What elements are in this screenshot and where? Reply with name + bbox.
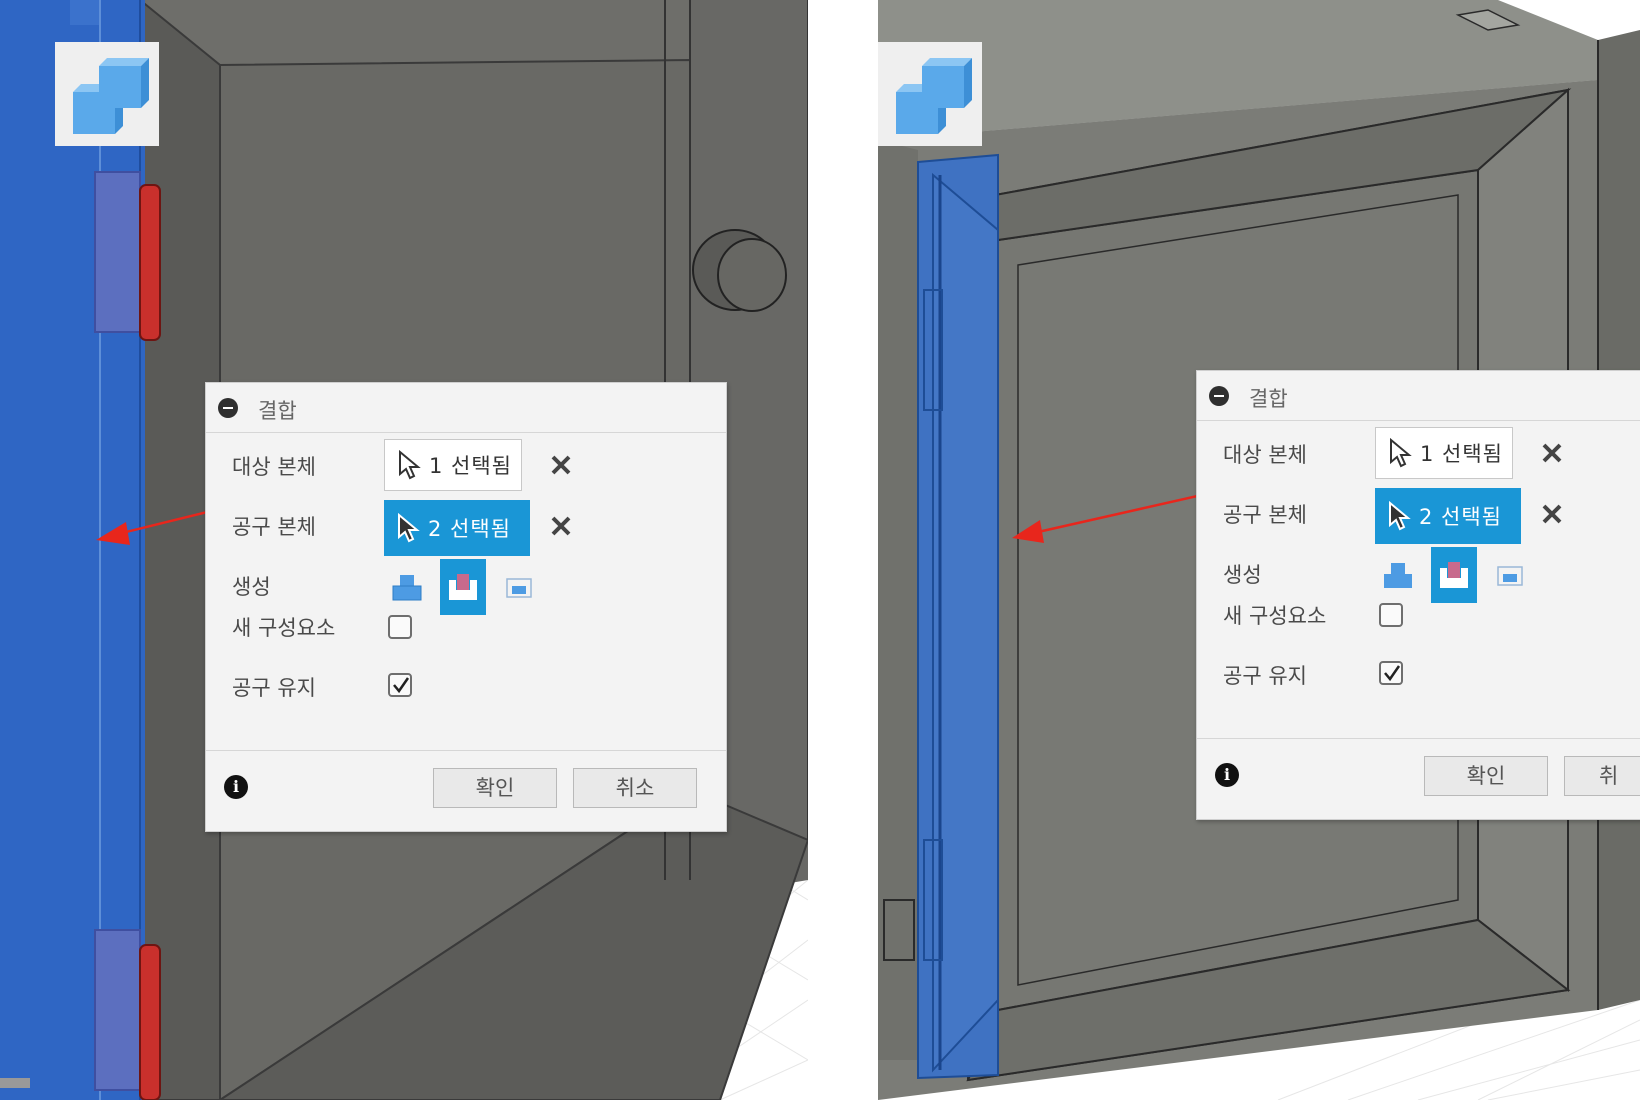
target-body-value: 1 선택됨	[429, 454, 512, 478]
clear-target-icon[interactable]	[1541, 442, 1563, 464]
cursor-icon	[399, 450, 421, 480]
panel-separator	[808, 0, 878, 1100]
tool-body-selector[interactable]: 2 선택됨	[384, 500, 530, 556]
checkmark-icon	[1384, 665, 1401, 682]
cursor-icon	[1390, 438, 1412, 468]
new-component-checkbox[interactable]	[1379, 603, 1403, 627]
new-component-label: 새 구성요소	[1223, 604, 1327, 628]
right-viewport[interactable]: 결합 대상 본체 1 선택됨 공구 본체 2 선택됨 생성 새 구성요소 공구 …	[878, 0, 1640, 1100]
cursor-icon	[1389, 501, 1411, 531]
collapse-icon[interactable]	[1209, 386, 1229, 406]
ok-button[interactable]: 확인	[1424, 756, 1548, 796]
info-icon[interactable]: i	[224, 775, 248, 799]
operation-label: 생성	[232, 575, 271, 599]
keep-tools-checkbox[interactable]	[1379, 661, 1403, 685]
tool-body-label: 공구 본체	[1223, 503, 1307, 527]
intersect-icon[interactable]	[496, 559, 542, 615]
clear-target-icon[interactable]	[550, 454, 572, 476]
target-body-label: 대상 본체	[232, 455, 316, 479]
join-icon[interactable]	[1375, 547, 1421, 603]
dialog-divider	[1197, 738, 1640, 739]
cut-icon[interactable]	[1431, 547, 1477, 603]
intersect-icon[interactable]	[1487, 547, 1533, 603]
target-body-selector[interactable]: 1 선택됨	[1375, 427, 1513, 479]
keep-tools-checkbox[interactable]	[388, 673, 412, 697]
left-viewport[interactable]: 결합 대상 본체 1 선택됨 공구 본체 2 선택됨 생성 새 구성요소 공구 …	[0, 0, 808, 1100]
new-component-checkbox[interactable]	[388, 615, 412, 639]
join-icon[interactable]	[384, 559, 430, 615]
target-body-selector[interactable]: 1 선택됨	[384, 439, 522, 491]
keep-tools-label: 공구 유지	[1223, 664, 1307, 688]
info-icon[interactable]: i	[1215, 763, 1239, 787]
combine-dialog: 결합 대상 본체 1 선택됨 공구 본체 2 선택됨 생성 새 구성요소 공구 …	[1196, 370, 1640, 820]
checkmark-icon	[393, 677, 410, 694]
cut-icon[interactable]	[440, 559, 486, 615]
dialog-header: 결합	[206, 383, 726, 433]
tool-body-label: 공구 본체	[232, 515, 316, 539]
tool-body-value: 2 선택됨	[1419, 505, 1502, 529]
dialog-title: 결합	[1249, 387, 1288, 411]
operation-label: 생성	[1223, 563, 1262, 587]
combine-dialog: 결합 대상 본체 1 선택됨 공구 본체 2 선택됨 생성 새 구성요소 공구 …	[205, 382, 727, 832]
new-component-label: 새 구성요소	[232, 616, 336, 640]
clear-tool-icon[interactable]	[1541, 503, 1563, 525]
dialog-divider	[206, 750, 726, 751]
dialog-title: 결합	[258, 399, 297, 423]
ok-button[interactable]: 확인	[433, 768, 557, 808]
cursor-icon	[398, 513, 420, 543]
tool-body-selector[interactable]: 2 선택됨	[1375, 488, 1521, 544]
dialog-header: 결합	[1197, 371, 1640, 421]
collapse-icon[interactable]	[218, 398, 238, 418]
keep-tools-label: 공구 유지	[232, 676, 316, 700]
tool-body-value: 2 선택됨	[428, 517, 511, 541]
target-body-value: 1 선택됨	[1420, 442, 1503, 466]
clear-tool-icon[interactable]	[550, 515, 572, 537]
cancel-button[interactable]: 취	[1564, 756, 1640, 796]
cancel-button[interactable]: 취소	[573, 768, 697, 808]
target-body-label: 대상 본체	[1223, 443, 1307, 467]
